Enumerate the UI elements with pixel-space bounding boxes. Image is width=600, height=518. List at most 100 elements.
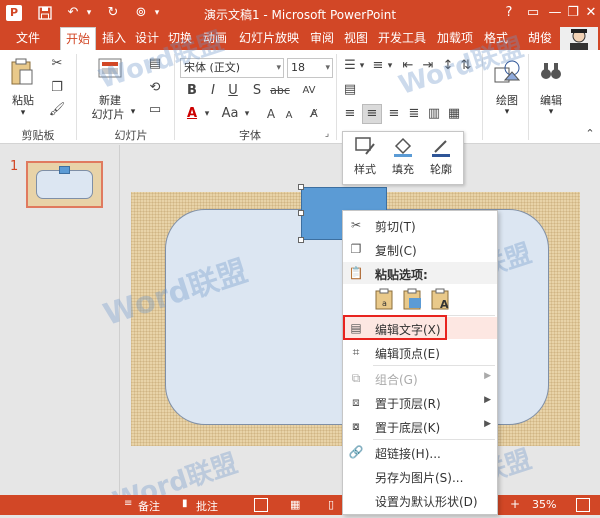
align-text-icon[interactable]: ▤	[342, 82, 358, 98]
zoom-level[interactable]: 35%	[532, 498, 556, 511]
paste-button[interactable]: 粘贴	[8, 92, 38, 108]
align-right-icon[interactable]: ≡	[386, 106, 402, 122]
drawing-dropdown-icon[interactable]: ▾	[500, 107, 514, 117]
help-button[interactable]: ?	[498, 3, 520, 23]
smartart-icon[interactable]: ▦	[446, 106, 462, 122]
notes-button[interactable]: 备注	[138, 498, 160, 514]
tab-review[interactable]: 审阅	[306, 27, 338, 50]
cut-icon[interactable]: ✂	[48, 56, 66, 72]
notes-icon[interactable]: ≡	[124, 498, 132, 509]
character-spacing-button[interactable]: AV	[298, 83, 320, 99]
paste-dropdown-icon[interactable]: ▾	[16, 108, 30, 118]
columns-icon[interactable]: ▥	[426, 106, 442, 122]
fill-label: 填充	[392, 163, 414, 176]
tab-home[interactable]: 开始	[60, 27, 96, 50]
change-case-dropdown-icon[interactable]: ▾	[242, 106, 252, 122]
shape-outline-icon	[432, 140, 450, 157]
clear-formatting-icon[interactable]: A̸	[306, 106, 322, 122]
paste-keep-text-only-icon[interactable]: A	[429, 287, 453, 311]
comments-icon[interactable]: ▮	[182, 498, 188, 509]
menu-item-edit-points[interactable]: ⌗ 编辑顶点(E)	[343, 341, 497, 363]
reading-view-icon[interactable]: ▯	[328, 498, 334, 511]
font-group-label: 字体	[239, 129, 261, 142]
paste-picture-icon[interactable]	[401, 287, 425, 311]
slides-group-label: 幻灯片	[114, 129, 148, 142]
thumbnail-shape	[36, 170, 93, 199]
format-painter-icon[interactable]: 🖌	[48, 102, 66, 118]
send-to-back-icon: ⧇	[352, 419, 360, 433]
paste-use-destination-theme-icon[interactable]: a	[373, 287, 397, 311]
zoom-in-button[interactable]: +	[510, 497, 520, 511]
style-button[interactable]: 样式	[347, 136, 383, 177]
menu-item-save-as-picture[interactable]: 另存为图片(S)...	[343, 465, 497, 487]
shape-fill-icon	[394, 137, 412, 157]
bullets-dropdown-icon[interactable]: ▾	[358, 58, 366, 74]
highlight-box	[343, 315, 447, 340]
resize-handle[interactable]	[298, 210, 304, 216]
font-color-dropdown-icon[interactable]: ▾	[202, 106, 212, 122]
reset-icon[interactable]: ⟲	[146, 80, 164, 96]
font-size-value: 18	[291, 61, 305, 74]
editing-button[interactable]: 编辑	[534, 92, 568, 108]
tab-slideshow[interactable]: 幻灯片放映	[234, 27, 304, 50]
justify-icon[interactable]: ≣	[406, 106, 422, 122]
drawing-button[interactable]: 绘图	[490, 92, 524, 108]
comments-button[interactable]: 批注	[196, 498, 218, 514]
ribbon-display-options-icon[interactable]: ▭	[522, 3, 544, 23]
section-icon[interactable]: ▭	[146, 102, 164, 118]
new-slide-dropdown-icon[interactable]: ▾	[128, 107, 138, 117]
status-bar: ≡ 备注 ▮ 批注 ▦ ▯ + 35%	[0, 495, 600, 515]
tab-view[interactable]: 视图	[340, 27, 372, 50]
close-button[interactable]: ✕	[580, 3, 600, 23]
outline-button[interactable]: 轮廓	[423, 136, 459, 177]
resize-handle[interactable]	[298, 237, 304, 243]
align-left-icon[interactable]: ≡	[342, 106, 358, 122]
submenu-arrow-icon: ▶	[484, 419, 491, 429]
fill-button[interactable]: 填充	[385, 136, 421, 177]
tab-developer[interactable]: 开发工具	[374, 27, 430, 50]
new-slide-button-line2[interactable]: 幻灯片	[88, 106, 128, 122]
slide-thumbnail[interactable]	[26, 161, 103, 208]
user-name[interactable]: 胡俊	[522, 27, 558, 50]
align-center-icon[interactable]: ≡	[362, 104, 382, 124]
shadow-button[interactable]: S	[250, 83, 264, 99]
copy-icon[interactable]: ❐	[48, 80, 66, 96]
tab-file[interactable]: 文件	[6, 27, 50, 50]
underline-button[interactable]: U	[226, 83, 240, 99]
context-menu: ✂ 剪切(T) ❐ 复制(C) 📋 粘贴选项: a A ▤ 编辑文字(X) ⌗ …	[342, 210, 498, 515]
avatar[interactable]	[560, 27, 598, 50]
menu-item-set-default-shape[interactable]: 设置为默认形状(D)	[343, 489, 497, 511]
font-size-select[interactable]: 18 ▾	[287, 58, 333, 78]
strikethrough-button[interactable]: abc	[268, 83, 292, 99]
font-dialog-launcher-icon[interactable]: ⌟	[322, 126, 332, 142]
bold-button[interactable]: B	[184, 83, 200, 99]
submenu-arrow-icon: ▶	[484, 395, 491, 405]
paste-icon: 📋	[348, 266, 364, 280]
change-case-button[interactable]: Aa	[218, 106, 242, 122]
bullets-icon[interactable]: ☰	[342, 58, 358, 74]
menu-item-group[interactable]: ⧉ 组合(G) ▶	[343, 367, 497, 389]
binoculars-icon[interactable]	[538, 58, 564, 86]
chevron-down-icon: ▾	[325, 63, 330, 73]
normal-view-icon[interactable]	[254, 498, 268, 512]
hyperlink-icon: 🔗	[348, 445, 364, 459]
editing-dropdown-icon[interactable]: ▾	[544, 107, 558, 117]
menu-item-copy[interactable]: ❐ 复制(C)	[343, 238, 497, 260]
fit-slide-icon[interactable]	[576, 498, 590, 512]
menu-separator	[373, 365, 495, 366]
resize-handle[interactable]	[298, 184, 304, 190]
collapse-ribbon-icon[interactable]: ⌃	[584, 126, 596, 142]
increase-font-size-icon[interactable]: A	[264, 106, 278, 122]
menu-item-bring-to-front[interactable]: ⧈ 置于顶层(R) ▶	[343, 391, 497, 413]
slide-sorter-icon[interactable]: ▦	[290, 498, 300, 511]
group-divider	[76, 54, 77, 140]
font-color-button[interactable]: A	[184, 106, 200, 122]
tab-insert[interactable]: 插入	[98, 27, 130, 50]
numbering-icon[interactable]: ≡	[370, 58, 386, 74]
decrease-font-size-icon[interactable]: A	[282, 108, 296, 124]
paste-icon[interactable]	[10, 58, 34, 86]
italic-button[interactable]: I	[206, 83, 220, 99]
menu-item-send-to-back[interactable]: ⧇ 置于底层(K) ▶	[343, 415, 497, 437]
menu-item-hyperlink[interactable]: 🔗 超链接(H)...	[343, 441, 497, 463]
menu-item-cut[interactable]: ✂ 剪切(T)	[343, 214, 497, 236]
